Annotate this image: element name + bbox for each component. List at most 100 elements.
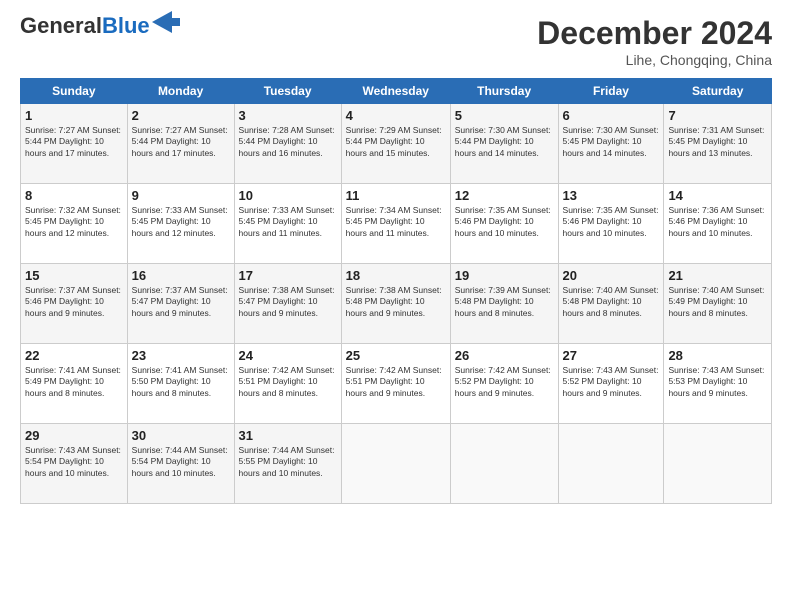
day-number: 6 (563, 108, 660, 123)
calendar-cell: 31 Sunrise: 7:44 AM Sunset: 5:55 PM Dayli… (234, 424, 341, 504)
day-number: 20 (563, 268, 660, 283)
day-detail: Sunrise: 7:43 AM Sunset: 5:53 PM Dayligh… (668, 365, 767, 399)
calendar-cell: 18 Sunrise: 7:38 AM Sunset: 5:48 PM Dayli… (341, 264, 450, 344)
day-detail: Sunrise: 7:41 AM Sunset: 5:49 PM Dayligh… (25, 365, 123, 399)
day-detail: Sunrise: 7:44 AM Sunset: 5:55 PM Dayligh… (239, 445, 337, 479)
calendar-cell: 1 Sunrise: 7:27 AM Sunset: 5:44 PM Daylig… (21, 104, 128, 184)
calendar-cell: 14 Sunrise: 7:36 AM Sunset: 5:46 PM Dayli… (664, 184, 772, 264)
calendar-cell: 23 Sunrise: 7:41 AM Sunset: 5:50 PM Dayli… (127, 344, 234, 424)
calendar-cell (558, 424, 664, 504)
day-number: 30 (132, 428, 230, 443)
day-detail: Sunrise: 7:42 AM Sunset: 5:52 PM Dayligh… (455, 365, 554, 399)
day-detail: Sunrise: 7:33 AM Sunset: 5:45 PM Dayligh… (132, 205, 230, 239)
day-number: 23 (132, 348, 230, 363)
calendar-cell: 29Sunrise: 7:43 AM Sunset: 5:54 PM Dayli… (21, 424, 128, 504)
day-number: 1 (25, 108, 123, 123)
day-number: 14 (668, 188, 767, 203)
logo-general: General (20, 13, 102, 38)
day-number: 31 (239, 428, 337, 443)
day-detail: Sunrise: 7:27 AM Sunset: 5:44 PM Dayligh… (132, 125, 230, 159)
calendar-cell: 27 Sunrise: 7:43 AM Sunset: 5:52 PM Dayli… (558, 344, 664, 424)
day-number: 8 (25, 188, 123, 203)
day-number: 16 (132, 268, 230, 283)
day-number: 27 (563, 348, 660, 363)
col-thursday: Thursday (450, 79, 558, 104)
day-detail: Sunrise: 7:38 AM Sunset: 5:48 PM Dayligh… (346, 285, 446, 319)
calendar-cell: 3 Sunrise: 7:28 AM Sunset: 5:44 PM Daylig… (234, 104, 341, 184)
day-number: 28 (668, 348, 767, 363)
col-sunday: Sunday (21, 79, 128, 104)
day-detail: Sunrise: 7:35 AM Sunset: 5:46 PM Dayligh… (563, 205, 660, 239)
day-detail: Sunrise: 7:27 AM Sunset: 5:44 PM Dayligh… (25, 125, 123, 159)
calendar-cell: 9 Sunrise: 7:33 AM Sunset: 5:45 PM Daylig… (127, 184, 234, 264)
calendar-cell: 6 Sunrise: 7:30 AM Sunset: 5:45 PM Daylig… (558, 104, 664, 184)
logo-icon (152, 11, 180, 33)
day-number: 26 (455, 348, 554, 363)
calendar-week-3: 15 Sunrise: 7:37 AM Sunset: 5:46 PM Dayli… (21, 264, 772, 344)
day-detail: Sunrise: 7:37 AM Sunset: 5:46 PM Dayligh… (25, 285, 123, 319)
day-detail: Sunrise: 7:30 AM Sunset: 5:45 PM Dayligh… (563, 125, 660, 159)
calendar-cell: 22 Sunrise: 7:41 AM Sunset: 5:49 PM Dayli… (21, 344, 128, 424)
day-number: 17 (239, 268, 337, 283)
logo: GeneralBlue (20, 15, 180, 37)
calendar-body: 1 Sunrise: 7:27 AM Sunset: 5:44 PM Daylig… (21, 104, 772, 504)
day-number: 11 (346, 188, 446, 203)
day-number: 18 (346, 268, 446, 283)
day-detail: Sunrise: 7:28 AM Sunset: 5:44 PM Dayligh… (239, 125, 337, 159)
day-detail: Sunrise: 7:29 AM Sunset: 5:44 PM Dayligh… (346, 125, 446, 159)
calendar-cell: 15 Sunrise: 7:37 AM Sunset: 5:46 PM Dayli… (21, 264, 128, 344)
day-number: 3 (239, 108, 337, 123)
day-number: 15 (25, 268, 123, 283)
calendar-cell (341, 424, 450, 504)
day-detail: Sunrise: 7:41 AM Sunset: 5:50 PM Dayligh… (132, 365, 230, 399)
calendar-week-2: 8Sunrise: 7:32 AM Sunset: 5:45 PM Daylig… (21, 184, 772, 264)
day-number: 22 (25, 348, 123, 363)
day-number: 21 (668, 268, 767, 283)
day-detail: Sunrise: 7:35 AM Sunset: 5:46 PM Dayligh… (455, 205, 554, 239)
calendar-cell (450, 424, 558, 504)
calendar-cell: 30 Sunrise: 7:44 AM Sunset: 5:54 PM Dayli… (127, 424, 234, 504)
calendar-cell: 26 Sunrise: 7:42 AM Sunset: 5:52 PM Dayli… (450, 344, 558, 424)
day-detail: Sunrise: 7:39 AM Sunset: 5:48 PM Dayligh… (455, 285, 554, 319)
calendar-table: Sunday Monday Tuesday Wednesday Thursday… (20, 78, 772, 504)
calendar-week-1: 1 Sunrise: 7:27 AM Sunset: 5:44 PM Daylig… (21, 104, 772, 184)
calendar-cell: 24 Sunrise: 7:42 AM Sunset: 5:51 PM Dayli… (234, 344, 341, 424)
day-detail: Sunrise: 7:36 AM Sunset: 5:46 PM Dayligh… (668, 205, 767, 239)
calendar-cell: 5Sunrise: 7:30 AM Sunset: 5:44 PM Daylig… (450, 104, 558, 184)
calendar-cell: 17 Sunrise: 7:38 AM Sunset: 5:47 PM Dayli… (234, 264, 341, 344)
day-number: 19 (455, 268, 554, 283)
logo-blue: Blue (102, 13, 150, 38)
calendar-cell: 16Sunrise: 7:37 AM Sunset: 5:47 PM Dayli… (127, 264, 234, 344)
day-detail: Sunrise: 7:34 AM Sunset: 5:45 PM Dayligh… (346, 205, 446, 239)
col-wednesday: Wednesday (341, 79, 450, 104)
day-number: 25 (346, 348, 446, 363)
day-number: 9 (132, 188, 230, 203)
day-detail: Sunrise: 7:42 AM Sunset: 5:51 PM Dayligh… (239, 365, 337, 399)
day-number: 4 (346, 108, 446, 123)
day-detail: Sunrise: 7:40 AM Sunset: 5:48 PM Dayligh… (563, 285, 660, 319)
day-detail: Sunrise: 7:43 AM Sunset: 5:54 PM Dayligh… (25, 445, 123, 479)
calendar-cell: 13Sunrise: 7:35 AM Sunset: 5:46 PM Dayli… (558, 184, 664, 264)
day-detail: Sunrise: 7:38 AM Sunset: 5:47 PM Dayligh… (239, 285, 337, 319)
calendar-week-5: 29Sunrise: 7:43 AM Sunset: 5:54 PM Dayli… (21, 424, 772, 504)
day-number: 24 (239, 348, 337, 363)
header: GeneralBlue December 2024 Lihe, Chongqin… (20, 15, 772, 68)
calendar-cell: 11 Sunrise: 7:34 AM Sunset: 5:45 PM Dayli… (341, 184, 450, 264)
day-number: 10 (239, 188, 337, 203)
day-detail: Sunrise: 7:44 AM Sunset: 5:54 PM Dayligh… (132, 445, 230, 479)
calendar-cell (664, 424, 772, 504)
day-number: 7 (668, 108, 767, 123)
calendar-cell: 10Sunrise: 7:33 AM Sunset: 5:45 PM Dayli… (234, 184, 341, 264)
calendar-cell: 28 Sunrise: 7:43 AM Sunset: 5:53 PM Dayli… (664, 344, 772, 424)
calendar-cell: 21 Sunrise: 7:40 AM Sunset: 5:49 PM Dayli… (664, 264, 772, 344)
header-row: Sunday Monday Tuesday Wednesday Thursday… (21, 79, 772, 104)
calendar-cell: 12Sunrise: 7:35 AM Sunset: 5:46 PM Dayli… (450, 184, 558, 264)
day-number: 5 (455, 108, 554, 123)
calendar-week-4: 22 Sunrise: 7:41 AM Sunset: 5:49 PM Dayli… (21, 344, 772, 424)
calendar-cell: 8Sunrise: 7:32 AM Sunset: 5:45 PM Daylig… (21, 184, 128, 264)
calendar-cell: 2Sunrise: 7:27 AM Sunset: 5:44 PM Daylig… (127, 104, 234, 184)
day-detail: Sunrise: 7:42 AM Sunset: 5:51 PM Dayligh… (346, 365, 446, 399)
day-detail: Sunrise: 7:40 AM Sunset: 5:49 PM Dayligh… (668, 285, 767, 319)
day-detail: Sunrise: 7:43 AM Sunset: 5:52 PM Dayligh… (563, 365, 660, 399)
calendar-cell: 25 Sunrise: 7:42 AM Sunset: 5:51 PM Dayli… (341, 344, 450, 424)
